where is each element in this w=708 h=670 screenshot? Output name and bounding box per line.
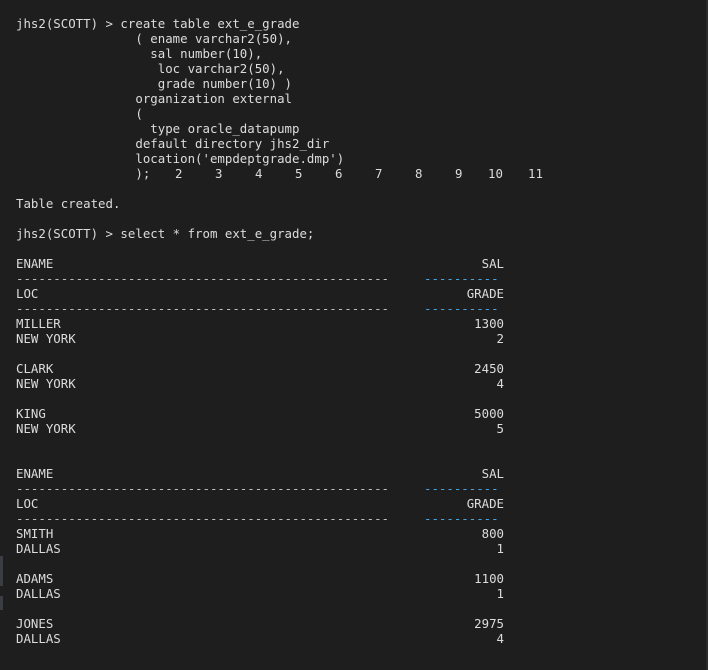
cell-loc: DALLAS bbox=[16, 586, 61, 601]
cell-ename: JONES bbox=[16, 616, 54, 631]
sql-line: sal number(10), bbox=[16, 46, 263, 61]
cell-loc: NEW YORK bbox=[16, 421, 76, 436]
sql-line: location('empdeptgrade.dmp') bbox=[16, 151, 345, 166]
column-header-sal: SAL bbox=[481, 256, 504, 271]
prompt-select-line: jhs2(SCOTT) > select * from ext_e_grade; bbox=[16, 226, 315, 241]
line-number: 7 bbox=[375, 166, 383, 181]
cell-ename: CLARK bbox=[16, 361, 54, 376]
header-divider: ----------------------------------------… bbox=[16, 511, 389, 526]
line-number: 3 bbox=[215, 166, 223, 181]
column-header-ename: ENAME bbox=[16, 466, 54, 481]
cell-sal: 1100 bbox=[474, 571, 504, 586]
column-header-loc: LOC bbox=[16, 286, 39, 301]
line-number: 9 bbox=[455, 166, 463, 181]
status-message: Table created. bbox=[16, 196, 121, 211]
line-number: 6 bbox=[335, 166, 343, 181]
column-header-grade: GRADE bbox=[466, 496, 504, 511]
header-divider: ---------- bbox=[424, 481, 499, 496]
column-header-loc: LOC bbox=[16, 496, 39, 511]
cell-grade: 2 bbox=[496, 331, 504, 346]
sql-line: type oracle_datapump bbox=[16, 121, 300, 136]
sql-line: ( bbox=[16, 106, 143, 121]
header-divider: ----------------------------------------… bbox=[16, 481, 389, 496]
cell-grade: 4 bbox=[496, 631, 504, 646]
sql-line: grade number(10) ) bbox=[16, 76, 293, 91]
sql-line: loc varchar2(50), bbox=[16, 61, 285, 76]
line-number: 2 bbox=[175, 166, 183, 181]
cell-grade: 4 bbox=[496, 376, 504, 391]
header-divider: ---------- bbox=[424, 301, 499, 316]
column-header-grade: GRADE bbox=[466, 286, 504, 301]
cell-loc: NEW YORK bbox=[16, 376, 76, 391]
cell-sal: 2975 bbox=[474, 616, 504, 631]
header-divider: ---------- bbox=[424, 511, 499, 526]
line-number: 10 bbox=[488, 166, 503, 181]
cell-grade: 1 bbox=[496, 541, 504, 556]
cell-loc: NEW YORK bbox=[16, 331, 76, 346]
column-header-ename: ENAME bbox=[16, 256, 54, 271]
line-number: 11 bbox=[528, 166, 543, 181]
cell-ename: MILLER bbox=[16, 316, 61, 331]
header-divider: ---------- bbox=[424, 271, 499, 286]
cell-sal: 2450 bbox=[474, 361, 504, 376]
gutter-marker bbox=[0, 556, 3, 586]
cell-grade: 1 bbox=[496, 586, 504, 601]
terminal-output[interactable]: jhs2(SCOTT) > create table ext_e_grade (… bbox=[0, 0, 708, 670]
cell-loc: DALLAS bbox=[16, 631, 61, 646]
prompt-create-line: jhs2(SCOTT) > create table ext_e_grade bbox=[16, 16, 300, 31]
cell-ename: SMITH bbox=[16, 526, 54, 541]
line-number: 8 bbox=[415, 166, 423, 181]
cell-ename: KING bbox=[16, 406, 46, 421]
header-divider: ----------------------------------------… bbox=[16, 301, 389, 316]
line-number: 5 bbox=[295, 166, 303, 181]
gutter-marker bbox=[0, 596, 3, 610]
column-header-sal: SAL bbox=[481, 466, 504, 481]
cell-ename: ADAMS bbox=[16, 571, 54, 586]
sql-line: ); bbox=[16, 166, 151, 181]
sql-line: organization external bbox=[16, 91, 293, 106]
cell-sal: 1300 bbox=[474, 316, 504, 331]
sql-line: ( ename varchar2(50), bbox=[16, 31, 293, 46]
cell-sal: 800 bbox=[481, 526, 504, 541]
header-divider: ----------------------------------------… bbox=[16, 271, 389, 286]
cell-sal: 5000 bbox=[474, 406, 504, 421]
cell-loc: DALLAS bbox=[16, 541, 61, 556]
cell-grade: 5 bbox=[496, 421, 504, 436]
sql-line: default directory jhs2_dir bbox=[16, 136, 330, 151]
line-number: 4 bbox=[255, 166, 263, 181]
